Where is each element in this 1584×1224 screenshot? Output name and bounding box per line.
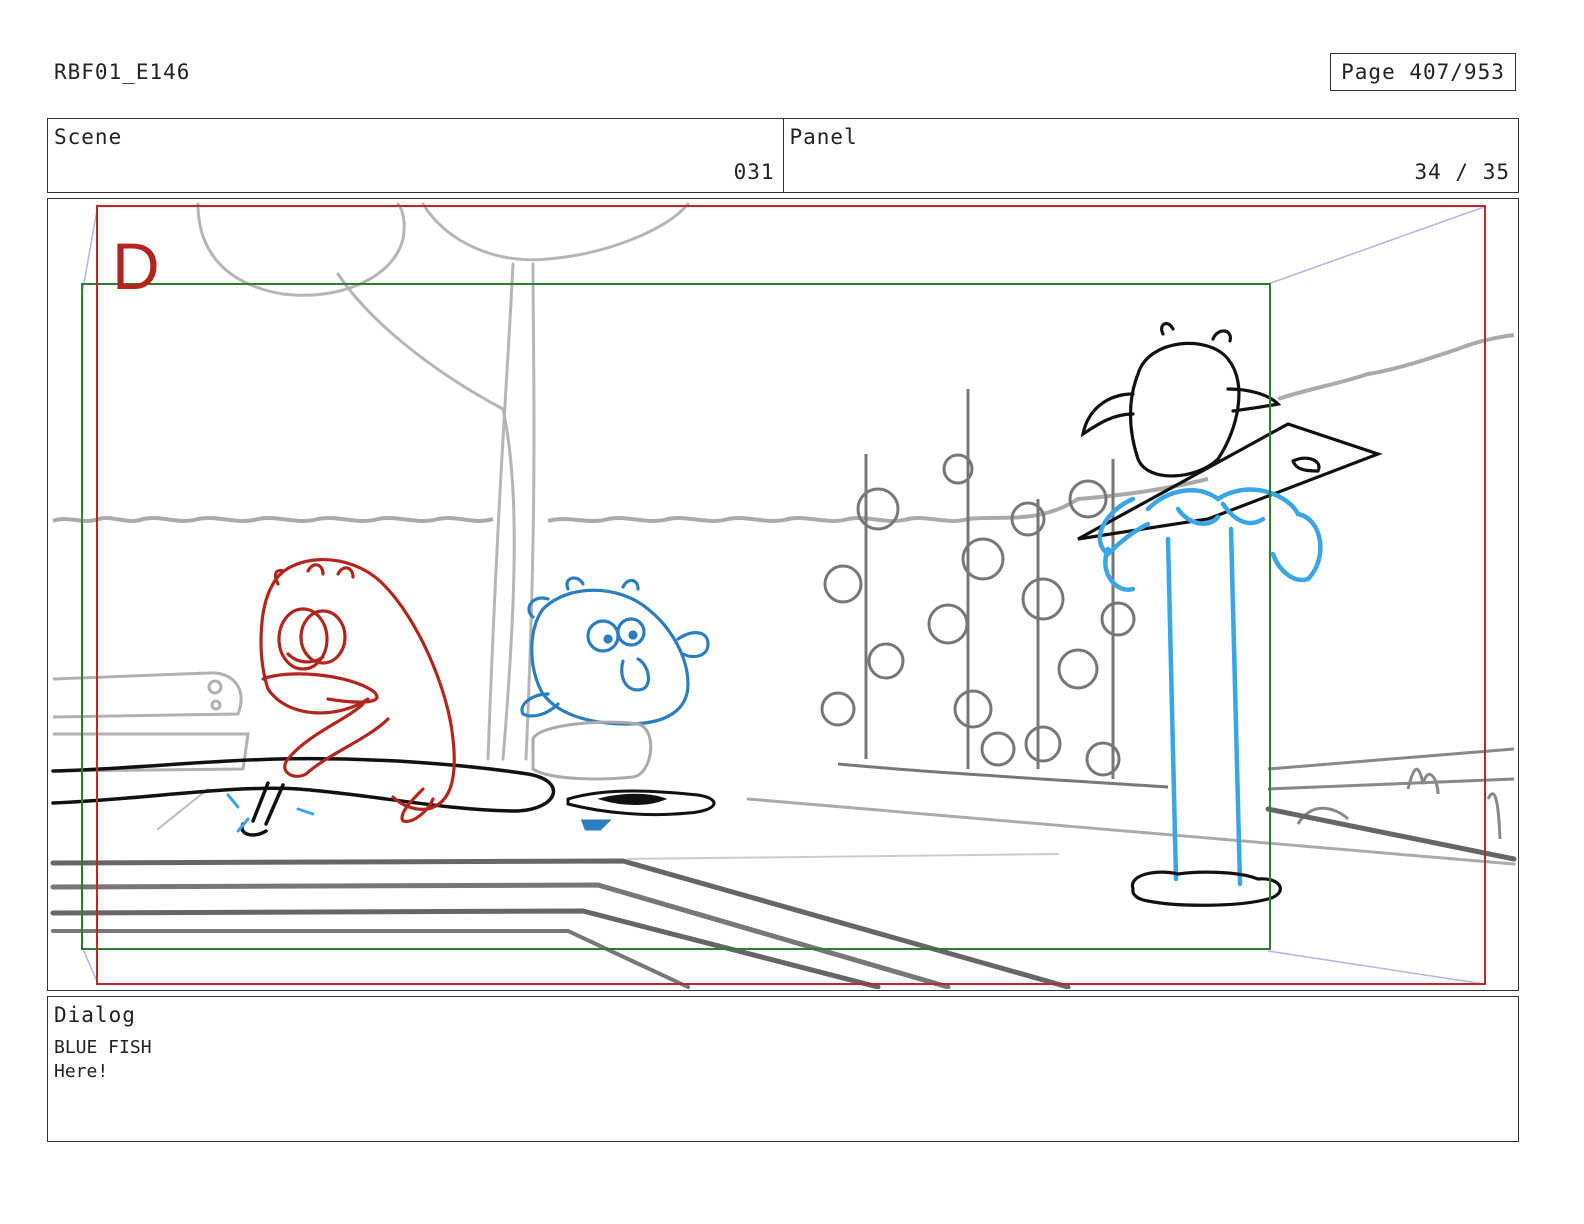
- scene-panel-header: Scene 031 Panel 34 / 35: [47, 118, 1519, 193]
- background-rock: [531, 720, 653, 781]
- action-safe-frame: [81, 283, 1271, 950]
- frame-marker: D: [112, 229, 160, 303]
- panel-label: Panel: [789, 125, 858, 149]
- dialog-box: Dialog BLUE FISH Here!: [47, 996, 1519, 1142]
- panel-cell: Panel 34 / 35: [782, 119, 1519, 192]
- camera-frame: [96, 205, 1486, 985]
- panel-number: 34 / 35: [1414, 160, 1510, 184]
- dialog-speaker: BLUE FISH: [54, 1037, 152, 1058]
- page-number-box: Page 407/953: [1330, 53, 1516, 91]
- storyboard-drawing: D: [50, 202, 1517, 989]
- background-walkway: [50, 788, 1517, 989]
- ground-puddle: [566, 789, 716, 831]
- water-column: [1097, 487, 1323, 887]
- red-fish-character: [259, 558, 456, 823]
- storyboard-panel: D: [47, 198, 1519, 991]
- dialog-line: Here!: [54, 1061, 109, 1082]
- project-code: RBF01_E146: [54, 60, 191, 84]
- background-right-ground: [1267, 747, 1515, 840]
- blue-fish-character: [520, 576, 710, 726]
- page-number: Page 407/953: [1341, 60, 1505, 84]
- camera-guides: [82, 203, 1485, 985]
- background-hedge: [52, 333, 1515, 523]
- dialog-label: Dialog: [54, 1003, 136, 1027]
- scene-label: Scene: [54, 125, 123, 149]
- scene-cell: Scene 031: [48, 119, 783, 192]
- scene-number: 031: [733, 160, 775, 184]
- water-column-base: [1130, 870, 1282, 907]
